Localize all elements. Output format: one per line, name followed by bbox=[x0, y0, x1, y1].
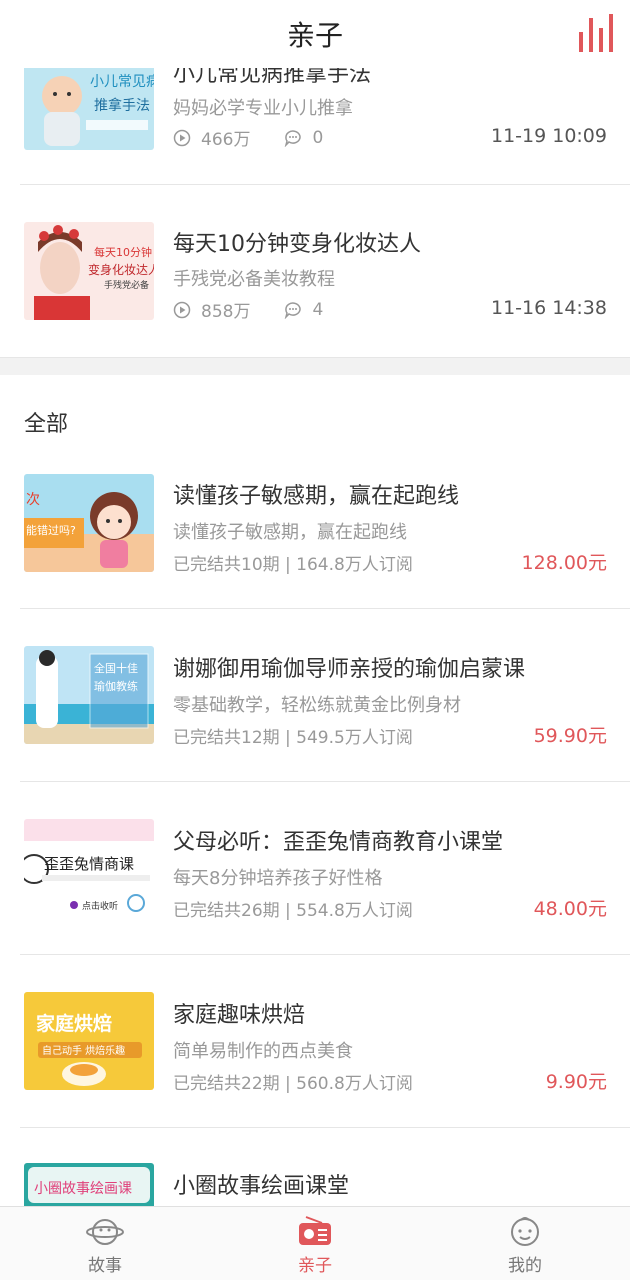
tab-mine[interactable]: 我的 bbox=[420, 1207, 630, 1280]
course-thumbnail: 家庭烘焙 自己动手 烘焙乐趣 bbox=[24, 992, 154, 1090]
tab-label: 亲子 bbox=[298, 1256, 332, 1276]
course-item[interactable]: 小圈故事绘画课 小圈故事绘画课堂 bbox=[0, 1128, 630, 1206]
course-item[interactable]: 歪歪兔情商课 点击收听 父母必听：歪歪兔情商教育小课堂 每天8分钟培养孩子好性格… bbox=[0, 782, 630, 954]
comment-count: 4 bbox=[312, 299, 324, 320]
play-count-icon bbox=[173, 301, 191, 318]
thumb-text: 歪歪兔情商课 bbox=[44, 855, 134, 873]
thumb-text: 手残党必备 bbox=[104, 279, 149, 291]
item-subtitle: 零基础教学，轻松练就黄金比例身材 bbox=[173, 695, 461, 716]
comment-count: 0 bbox=[312, 127, 324, 148]
course-thumbnail: 歪歪兔情商课 点击收听 bbox=[24, 819, 154, 917]
item-title: 谢娜御用瑜伽导师亲授的瑜伽启蒙课 bbox=[173, 657, 526, 682]
item-subtitle: 每天8分钟培养孩子好性格 bbox=[173, 868, 383, 889]
item-subtitle: 读懂孩子敏感期，赢在起跑线 bbox=[173, 522, 407, 543]
tab-label: 我的 bbox=[508, 1256, 542, 1276]
item-meta: 858万 4 bbox=[173, 297, 323, 322]
thumb-text: 全国十佳 bbox=[94, 661, 138, 675]
course-item[interactable]: 家庭烘焙 自己动手 烘焙乐趣 家庭趣味烘焙 简单易制作的西点美食 已完结共22期… bbox=[0, 955, 630, 1127]
item-date: 11-19 10:09 bbox=[490, 125, 607, 147]
section-separator bbox=[0, 357, 630, 375]
featured-item[interactable]: 每天10分钟 变身化妆达人 手残党必备 每天10分钟变身化妆达人 手残党必备美妆… bbox=[0, 185, 630, 357]
item-title: 家庭趣味烘焙 bbox=[173, 1003, 306, 1028]
item-price: 59.90元 bbox=[533, 725, 607, 747]
item-meta: 466万 0 bbox=[173, 125, 323, 150]
course-thumbnail: 次 能错过吗? bbox=[24, 474, 154, 572]
item-title: 读懂孩子敏感期，赢在起跑线 bbox=[173, 484, 460, 509]
play-count: 466万 bbox=[201, 130, 251, 150]
thumb-text: 每天10分钟 bbox=[94, 245, 152, 259]
content-scroll[interactable]: 小儿常见病 推拿手法 小儿常见病推拿手法 妈妈必学专业小儿推拿 466万 0 1… bbox=[0, 0, 630, 1206]
course-item[interactable]: 全国十佳 瑜伽教练 谢娜御用瑜伽导师亲授的瑜伽启蒙课 零基础教学，轻松练就黄金比… bbox=[0, 609, 630, 781]
play-count-icon bbox=[173, 129, 191, 146]
item-info: 已完结共22期 | 560.8万人订阅 bbox=[173, 1074, 413, 1094]
item-title: 每天10分钟变身化妆达人 bbox=[173, 232, 421, 257]
thumb-text: 点击收听 bbox=[82, 900, 118, 912]
thumb-text: 小圈故事绘画课 bbox=[34, 1181, 132, 1197]
item-price: 9.90元 bbox=[545, 1071, 607, 1093]
thumb-text: 小儿常见病 bbox=[90, 74, 154, 90]
course-thumbnail: 全国十佳 瑜伽教练 bbox=[24, 646, 154, 744]
item-info: 已完结共12期 | 549.5万人订阅 bbox=[173, 728, 413, 748]
tab-stories[interactable]: 故事 bbox=[0, 1207, 210, 1280]
comment-icon bbox=[285, 129, 302, 147]
thumb-text: 次 bbox=[26, 492, 40, 508]
item-subtitle: 手残党必备美妆教程 bbox=[173, 269, 335, 290]
thumb-text: 能错过吗? bbox=[26, 523, 76, 537]
equalizer-icon[interactable] bbox=[578, 14, 614, 52]
thumb-text: 变身化妆达人 bbox=[88, 262, 154, 277]
play-count: 858万 bbox=[201, 302, 251, 322]
item-title: 父母必听：歪歪兔情商教育小课堂 bbox=[173, 830, 504, 855]
page-title: 亲子 bbox=[286, 19, 343, 52]
thumb-text: 家庭烘焙 bbox=[36, 1012, 112, 1035]
bottom-tab-bar: 故事 亲子 我的 bbox=[0, 1206, 630, 1280]
planet-face-icon bbox=[86, 1219, 124, 1245]
item-info: 已完结共10期 | 164.8万人订阅 bbox=[173, 555, 413, 575]
item-title: 小圈故事绘画课堂 bbox=[173, 1174, 350, 1199]
item-info: 已完结共26期 | 554.8万人订阅 bbox=[173, 901, 413, 921]
item-price: 48.00元 bbox=[533, 898, 607, 920]
section-title: 全部 bbox=[24, 412, 69, 437]
thumb-text: 推拿手法 bbox=[94, 97, 150, 114]
course-item[interactable]: 次 能错过吗? 读懂孩子敏感期，赢在起跑线 读懂孩子敏感期，赢在起跑线 已完结共… bbox=[0, 436, 630, 608]
top-bar: 亲子 bbox=[0, 0, 630, 68]
featured-thumbnail: 每天10分钟 变身化妆达人 手残党必备 bbox=[24, 222, 154, 320]
tab-parenting[interactable]: 亲子 bbox=[210, 1207, 420, 1280]
baby-face-icon bbox=[511, 1217, 539, 1246]
course-thumbnail: 小圈故事绘画课 bbox=[24, 1163, 154, 1206]
item-price: 128.00元 bbox=[521, 552, 607, 574]
comment-icon bbox=[285, 301, 302, 319]
item-date: 11-16 14:38 bbox=[490, 297, 607, 319]
thumb-text: 瑜伽教练 bbox=[94, 679, 138, 693]
thumb-text: 自己动手 烘焙乐趣 bbox=[42, 1044, 125, 1057]
item-subtitle: 简单易制作的西点美食 bbox=[173, 1041, 353, 1062]
item-subtitle: 妈妈必学专业小儿推拿 bbox=[173, 98, 353, 119]
tab-label: 故事 bbox=[88, 1256, 122, 1276]
radio-icon bbox=[299, 1216, 331, 1245]
